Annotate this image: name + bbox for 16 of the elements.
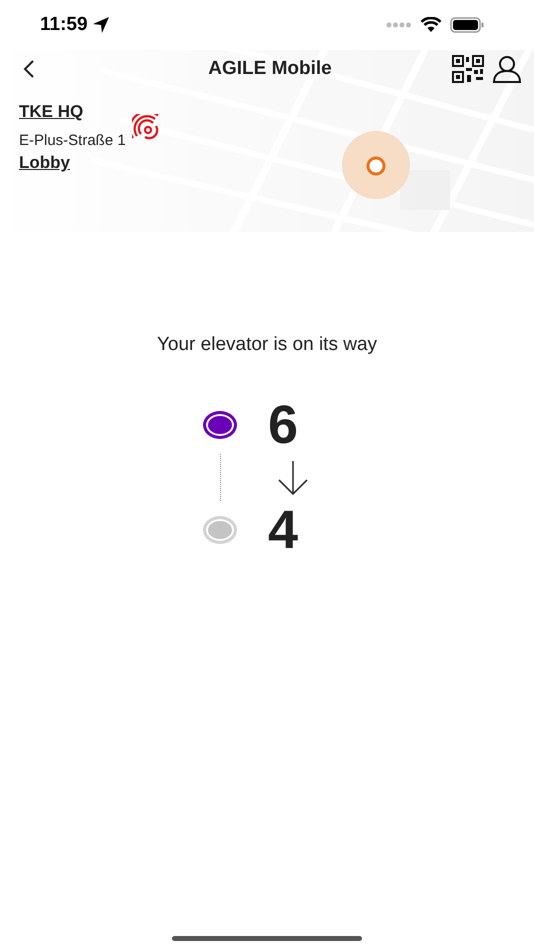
floor-number: 4 (268, 499, 298, 561)
down-arrow-icon (277, 460, 309, 496)
app-title: AGILE Mobile (208, 58, 332, 80)
address-text: E-Plus-Straße 1 (19, 131, 126, 149)
status-time: 11:59 (40, 14, 88, 36)
building-link[interactable]: TKE HQ (19, 102, 84, 122)
status-message: Your elevator is on its way (156, 334, 378, 356)
qr-code-icon[interactable] (452, 55, 484, 83)
user-profile-icon[interactable] (492, 55, 522, 83)
floor-link[interactable]: Lobby (19, 153, 70, 173)
battery-icon (450, 17, 484, 33)
floor-number: 6 (268, 394, 298, 456)
signal-icon (386, 22, 412, 28)
wifi-icon (420, 17, 442, 33)
location-arrow-icon (92, 16, 110, 34)
back-icon[interactable] (22, 59, 36, 79)
